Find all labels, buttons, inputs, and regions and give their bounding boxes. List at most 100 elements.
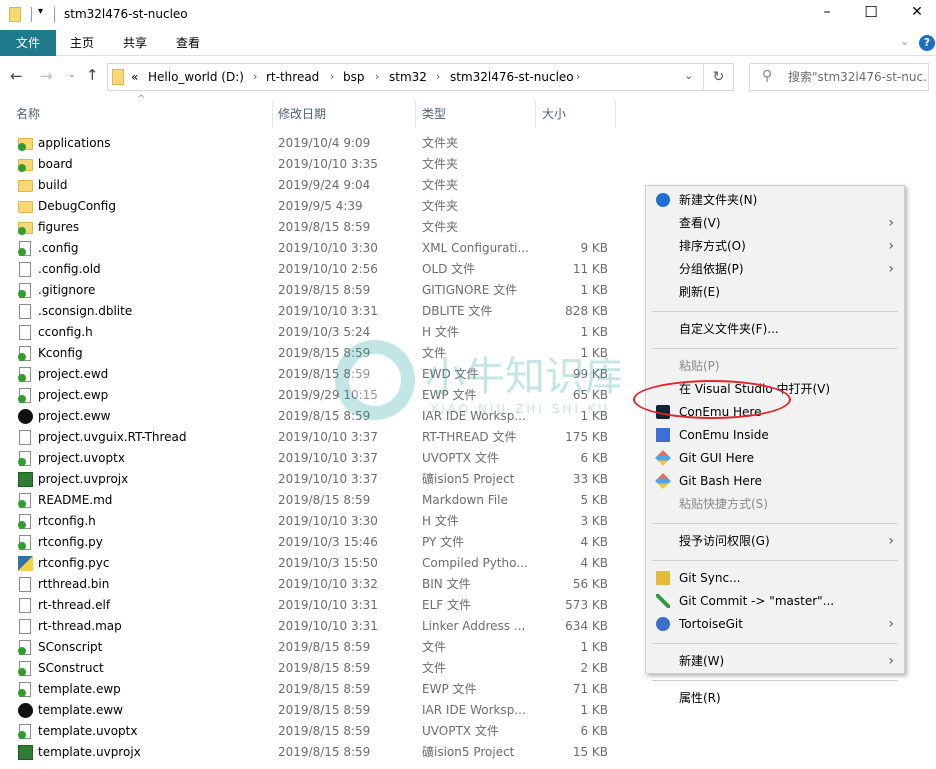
file-row[interactable]: SConstruct 2019/8/15 8:59 文件 2 KB — [0, 658, 620, 679]
file-row[interactable]: template.uvoptx 2019/8/15 8:59 UVOPTX 文件 6 … — [0, 721, 620, 742]
quick-access-dropdown[interactable]: ▾ — [38, 6, 43, 17]
menu-item[interactable]: 粘贴(P) — [646, 355, 904, 378]
tab-view[interactable]: 查看 — [166, 30, 210, 56]
column-header-name[interactable]: 名称 — [16, 104, 40, 124]
menu-item-label: 粘贴快捷方式(S) — [679, 497, 768, 511]
column-header-date[interactable]: 修改日期 — [278, 104, 326, 124]
file-row[interactable]: rt-thread.map 2019/10/10 3:31 Linker Addre… — [0, 616, 620, 637]
menu-item[interactable]: 排序方式(O) › — [646, 235, 904, 258]
file-type: 文件夹 — [422, 136, 459, 150]
tab-share[interactable]: 共享 — [113, 30, 157, 56]
menu-item-conemu-inside[interactable]: ConEmu Inside — [646, 424, 904, 447]
menu-item[interactable]: 自定义文件夹(F)... — [646, 318, 904, 341]
recent-locations-dropdown[interactable]: ⌄ — [68, 70, 76, 80]
menu-item-git-commit-master[interactable]: Git Commit -> "master"... — [646, 590, 904, 613]
file-row[interactable]: .gitignore 2019/8/15 8:59 GITIGNORE 文件 1 KB — [0, 280, 620, 301]
file-row[interactable]: template.eww 2019/8/15 8:59 IAR IDE Worksp… — [0, 700, 620, 721]
file-row[interactable]: board 2019/10/10 3:35 文件夹 — [0, 154, 620, 175]
file-type: IAR IDE Worksp... — [422, 409, 526, 423]
file-row[interactable]: rtthread.bin 2019/10/10 3:32 BIN 文件 56 KB — [0, 574, 620, 595]
menu-item-git-gui-here[interactable]: Git GUI Here — [646, 447, 904, 470]
file-row[interactable]: .sconsign.dblite 2019/10/10 3:31 DBLITE 文件… — [0, 301, 620, 322]
file-size: 4 KB — [580, 535, 608, 549]
menu-item[interactable]: 属性(R) — [646, 687, 904, 710]
file-date: 2019/10/3 5:24 — [278, 325, 371, 339]
file-row[interactable]: cconfig.h 2019/10/3 5:24 H 文件 1 KB — [0, 322, 620, 343]
expand-ribbon-icon[interactable]: ⌄ — [900, 35, 909, 48]
menu-item-git-sync[interactable]: Git Sync... — [646, 567, 904, 590]
file-row[interactable]: README.md 2019/8/15 8:59 Markdown File 5 KB — [0, 490, 620, 511]
menu-item[interactable]: 刷新(E) — [646, 281, 904, 304]
breadcrumb-stm32[interactable]: stm32 — [389, 64, 427, 90]
submenu-arrow-icon: › — [888, 533, 894, 549]
file-row[interactable]: template.ewp 2019/8/15 8:59 EWP 文件 71 KB — [0, 679, 620, 700]
close-button[interactable]: ✕ — [902, 4, 932, 20]
breadcrumb-chevron[interactable]: › — [375, 64, 379, 90]
tab-home[interactable]: 主页 — [60, 30, 104, 56]
column-divider[interactable] — [615, 100, 616, 128]
column-header-size[interactable]: 大小 — [542, 104, 566, 124]
file-row[interactable]: project.uvoptx 2019/10/10 3:37 UVOPTX 文件 6 … — [0, 448, 620, 469]
forward-button[interactable]: → — [40, 67, 53, 85]
git-status-icon — [18, 731, 26, 739]
search-input[interactable]: 搜索"stm32l476-st-nuc... — [749, 63, 929, 91]
menu-item-tortoisegit[interactable]: TortoiseGit › — [646, 613, 904, 636]
file-row[interactable]: template.uvprojx 2019/8/15 8:59 礦ision5 Pr… — [0, 742, 620, 763]
menu-item[interactable]: 查看(V) › — [646, 212, 904, 235]
breadcrumb-chevron[interactable]: › — [436, 64, 440, 90]
menu-item[interactable]: 分组依据(P) › — [646, 258, 904, 281]
file-row[interactable]: rt-thread.elf 2019/10/10 3:31 ELF 文件 573 KB — [0, 595, 620, 616]
breadcrumb-drive[interactable]: Hello_world (D:) — [148, 64, 244, 90]
minimize-button[interactable]: – — [812, 4, 842, 20]
address-bar[interactable]: « Hello_world (D:) › rt-thread › bsp › s… — [107, 63, 704, 91]
tab-file[interactable]: 文件 — [0, 30, 56, 56]
column-divider[interactable] — [272, 100, 273, 128]
file-type: ELF 文件 — [422, 598, 471, 612]
file-row[interactable]: SConscript 2019/8/15 8:59 文件 1 KB — [0, 637, 620, 658]
column-divider[interactable] — [535, 100, 536, 128]
maximize-button[interactable]: ☐ — [856, 3, 886, 21]
file-row[interactable]: project.uvprojx 2019/10/10 3:37 礦ision5 Pr… — [0, 469, 620, 490]
file-name: SConstruct — [38, 661, 104, 675]
file-type: UVOPTX 文件 — [422, 451, 499, 465]
file-row[interactable]: rtconfig.py 2019/10/3 15:46 PY 文件 4 KB — [0, 532, 620, 553]
file-row[interactable]: build 2019/9/24 9:04 文件夹 — [0, 175, 620, 196]
file-row[interactable]: rtconfig.h 2019/10/10 3:30 H 文件 3 KB — [0, 511, 620, 532]
breadcrumb-current[interactable]: stm32l476-st-nucleo — [450, 64, 574, 90]
file-row[interactable]: project.uvguix.RT-Thread 2019/10/10 3:37 R… — [0, 427, 620, 448]
breadcrumb-chevron[interactable]: › — [576, 64, 580, 90]
menu-item[interactable]: 新建文件夹(N) — [646, 189, 904, 212]
file-row[interactable]: figures 2019/8/15 8:59 文件夹 — [0, 217, 620, 238]
file-row[interactable]: .config 2019/10/10 3:30 XML Configurati...… — [0, 238, 620, 259]
up-button[interactable]: ↑ — [86, 66, 99, 84]
file-type: 文件 — [422, 346, 447, 360]
breadcrumb-bsp[interactable]: bsp — [343, 64, 365, 90]
git-status-icon — [18, 500, 26, 508]
address-history-dropdown[interactable]: ⌄ — [684, 69, 693, 82]
file-date: 2019/10/10 3:31 — [278, 619, 378, 633]
column-header-type[interactable]: 类型 — [422, 104, 446, 124]
file-row[interactable]: rtconfig.pyc 2019/10/3 15:50 Compiled Pyth… — [0, 553, 620, 574]
file-row[interactable]: .config.old 2019/10/10 2:56 OLD 文件 11 KB — [0, 259, 620, 280]
file-name: template.ewp — [38, 682, 121, 696]
file-row[interactable]: project.ewp 2019/9/29 10:15 EWP 文件 65 KB — [0, 385, 620, 406]
file-row[interactable]: Kconfig 2019/8/15 8:59 文件 1 KB — [0, 343, 620, 364]
breadcrumb-rt-thread[interactable]: rt-thread — [266, 64, 319, 90]
menu-item[interactable]: 授予访问权限(G) › — [646, 530, 904, 553]
file-row[interactable]: applications 2019/10/4 9:09 文件夹 — [0, 133, 620, 154]
column-divider[interactable] — [415, 100, 416, 128]
menu-item[interactable]: 新建(W) › — [646, 650, 904, 673]
breadcrumb-chevron[interactable]: › — [330, 64, 334, 90]
breadcrumb-overflow[interactable]: « — [131, 64, 138, 90]
back-button[interactable]: ← — [10, 67, 23, 85]
menu-separator — [652, 523, 898, 524]
file-row[interactable]: project.ewd 2019/8/15 8:59 EWD 文件 99 KB — [0, 364, 620, 385]
menu-item-label: Git Sync... — [679, 571, 741, 585]
refresh-button[interactable]: ↻ — [704, 63, 734, 91]
breadcrumb-chevron[interactable]: › — [253, 64, 257, 90]
menu-item[interactable]: 粘贴快捷方式(S) — [646, 493, 904, 516]
file-row[interactable]: project.eww 2019/8/15 8:59 IAR IDE Worksp.… — [0, 406, 620, 427]
help-button[interactable]: ? — [919, 35, 935, 51]
menu-item-git-bash-here[interactable]: Git Bash Here — [646, 470, 904, 493]
file-row[interactable]: DebugConfig 2019/9/5 4:39 文件夹 — [0, 196, 620, 217]
